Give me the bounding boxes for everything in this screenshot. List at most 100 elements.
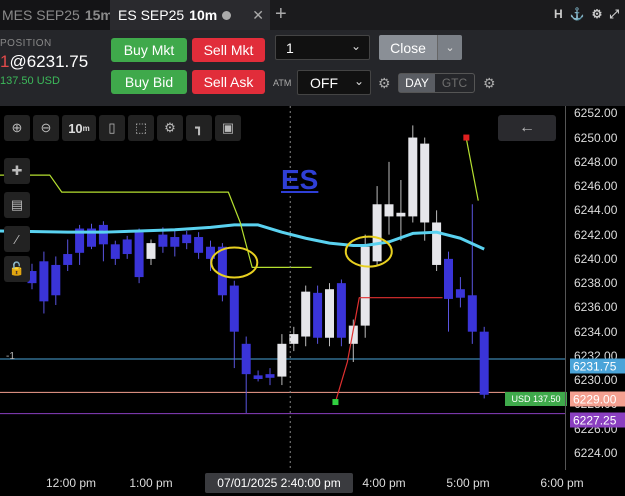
candle-style-icon[interactable]: ▯ xyxy=(99,115,125,141)
x-tick-label: 4:00 pm xyxy=(362,476,406,490)
line-label: -1 xyxy=(6,351,15,362)
usd-pnl-tag: USD 137.50 xyxy=(505,392,567,406)
candle-body xyxy=(51,264,61,296)
red-trail xyxy=(334,297,443,403)
x-tick-label: 5:00 pm xyxy=(446,476,490,490)
position-price: @6231.75 xyxy=(9,52,89,71)
chart-settings-gear-icon[interactable]: ⚙ xyxy=(157,115,183,141)
candle-body xyxy=(336,283,346,338)
notes-icon[interactable]: ▤ xyxy=(4,192,30,218)
candle xyxy=(432,210,442,272)
crosshair-icon[interactable]: ✚ xyxy=(4,158,30,184)
candle xyxy=(420,137,430,241)
close-button[interactable]: Close xyxy=(379,35,437,60)
candle xyxy=(194,232,204,259)
crosshair-time-label: 07/01/2025 2:40:00 pm xyxy=(205,473,353,493)
buy-mkt-button[interactable]: Buy Mkt xyxy=(111,38,187,62)
candle-body xyxy=(265,374,275,378)
tif-gtc-option[interactable]: GTC xyxy=(435,74,474,92)
time-in-force-toggle: DAY GTC xyxy=(398,73,475,93)
quantity-select[interactable]: 1 ⌄ xyxy=(275,35,370,60)
candle-body xyxy=(301,291,311,337)
tab-close-icon[interactable]: ✕ xyxy=(252,7,264,24)
sell-ask-button[interactable]: Sell Ask xyxy=(192,70,265,94)
close-dropdown-button[interactable]: ⌄ xyxy=(437,35,462,60)
price-axis[interactable]: 6252.00 6250.00 6248.00 6246.00 6244.00 6242.… xyxy=(565,106,625,470)
candle xyxy=(39,251,49,314)
purple-price-tag: 6227.25 xyxy=(570,412,625,428)
zoom-out-icon[interactable]: ⊖ xyxy=(33,115,59,141)
settings-icon[interactable]: ⚙ xyxy=(592,7,603,22)
candle-body xyxy=(325,289,334,338)
help-icon[interactable]: H xyxy=(554,7,563,22)
indicators-icon[interactable]: ┓ xyxy=(186,115,212,141)
candle-body xyxy=(182,234,192,244)
candle xyxy=(241,336,251,413)
y-tick-label: 6240.00 xyxy=(574,251,618,266)
candle-body xyxy=(360,246,370,326)
layout-icon[interactable]: ▣ xyxy=(215,115,241,141)
candle xyxy=(51,256,61,305)
atm-label: ATM xyxy=(273,78,292,88)
atm-value: OFF xyxy=(310,75,338,91)
tif-day-option[interactable]: DAY xyxy=(399,74,435,92)
tab-label: MES SEP25 xyxy=(2,7,80,23)
anchor-icon[interactable]: ⚓ xyxy=(570,7,585,22)
candle-body xyxy=(432,222,442,265)
candle xyxy=(444,251,453,332)
candle xyxy=(229,280,239,369)
candle xyxy=(372,186,382,265)
candle-body xyxy=(241,343,251,375)
candle-body xyxy=(467,295,477,332)
tif-settings-gear-icon[interactable]: ⚙ xyxy=(483,75,496,92)
tab-es-sep25[interactable]: ES SEP25 10m ✕ xyxy=(110,0,270,30)
tab-mes-sep25[interactable]: MES SEP25 15m xyxy=(0,0,113,30)
candle-body xyxy=(122,239,132,255)
candle xyxy=(87,223,96,250)
timeframe-button[interactable]: 10 m xyxy=(62,115,96,141)
red-marker xyxy=(463,134,470,141)
green-marker xyxy=(332,399,339,406)
candle xyxy=(146,239,156,265)
position-pnl: 137.50 USD xyxy=(0,75,60,87)
candle-body xyxy=(229,285,239,332)
candle-body xyxy=(384,204,394,217)
atm-settings-gear-icon[interactable]: ⚙ xyxy=(378,75,391,92)
candle xyxy=(63,239,73,272)
candle xyxy=(110,240,120,265)
candle-body xyxy=(372,204,382,262)
candle xyxy=(384,161,394,235)
candle xyxy=(313,285,323,344)
lock-icon[interactable]: 🔓 xyxy=(4,256,30,282)
zoom-in-icon[interactable]: ⊕ xyxy=(4,115,30,141)
price-chart[interactable]: ⊕ ⊖ 10 m ▯ ⬚ ⚙ ┓ ▣ ✚ ▤ ∕ 🔓 ← ES -1 USD 13… xyxy=(0,106,625,496)
candle-body xyxy=(277,343,287,377)
window-icons: H ⚓ ⚙ ⤢ xyxy=(554,7,619,22)
candle-body xyxy=(479,331,489,395)
trendline-icon[interactable]: ∕ xyxy=(4,226,30,252)
expand-icon[interactable]: ⤢ xyxy=(609,7,619,22)
buy-bid-button[interactable]: Buy Bid xyxy=(111,70,187,94)
order-panel: POSITION 1@6231.75 137.50 USD Buy Mkt Se… xyxy=(0,30,625,106)
entry-price-tag: 6229.00 xyxy=(570,391,625,407)
atm-select[interactable]: OFF ⌄ xyxy=(297,70,371,95)
candle xyxy=(98,221,108,262)
candle xyxy=(325,283,334,347)
symbol-label: ES xyxy=(281,164,319,195)
candle xyxy=(170,229,180,257)
chart-plot[interactable] xyxy=(0,106,565,470)
candle xyxy=(467,204,477,344)
time-axis[interactable]: 12:00 pm 1:00 pm 07/01/2025 2:40:00 pm 4… xyxy=(0,470,625,496)
add-tab-button[interactable]: + xyxy=(275,3,287,26)
candle-body xyxy=(253,375,263,379)
crosshair-select-icon[interactable]: ⬚ xyxy=(128,115,154,141)
candle xyxy=(360,234,370,338)
candle-body xyxy=(170,237,180,247)
sell-mkt-button[interactable]: Sell Mkt xyxy=(192,38,265,62)
candle-body xyxy=(63,254,73,265)
candle-body xyxy=(455,289,465,298)
scroll-to-latest-button[interactable]: ← xyxy=(498,115,556,141)
y-tick-label: 6248.00 xyxy=(574,154,618,169)
y-tick-label: 6252.00 xyxy=(574,106,618,121)
candle xyxy=(265,368,275,386)
